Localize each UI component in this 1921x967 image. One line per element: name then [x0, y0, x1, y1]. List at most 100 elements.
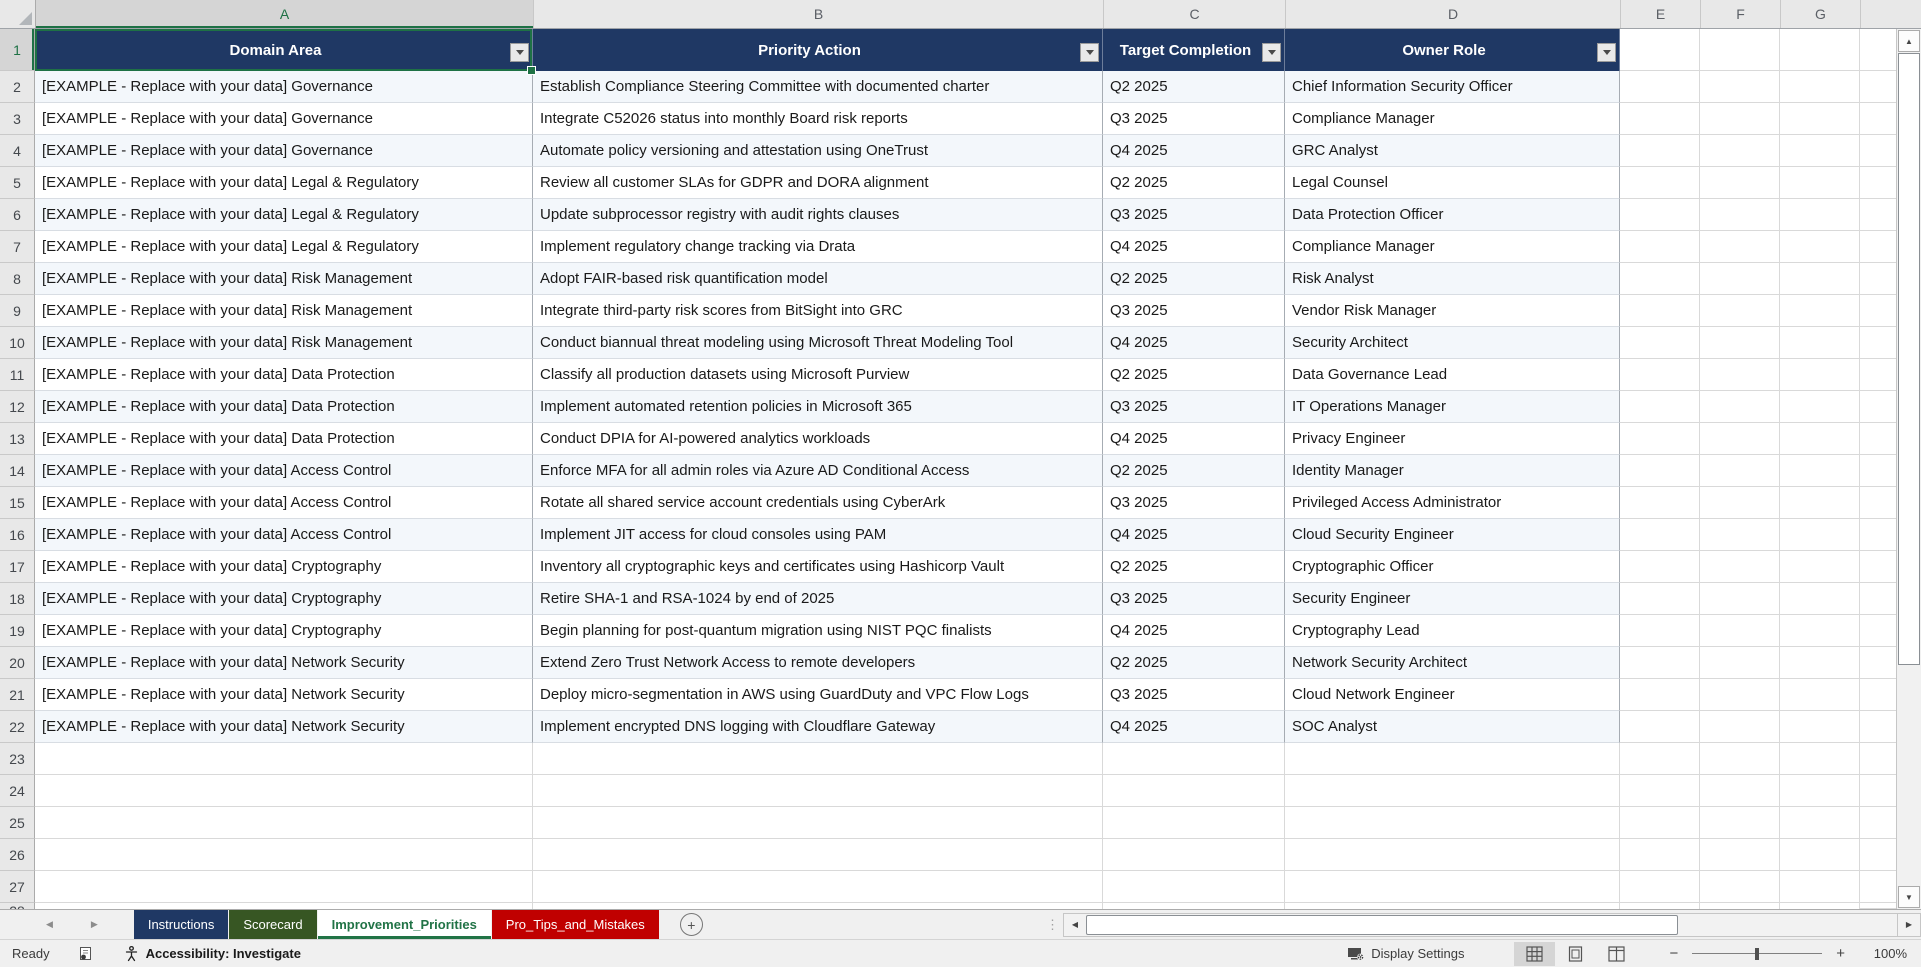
- cell-F19[interactable]: [1700, 615, 1780, 647]
- cell-D3[interactable]: Compliance Manager: [1285, 103, 1620, 135]
- cell-C6[interactable]: Q3 2025: [1103, 199, 1285, 231]
- cell-F12[interactable]: [1700, 391, 1780, 423]
- column-header-C[interactable]: C: [1104, 0, 1286, 28]
- cell-D23[interactable]: [1285, 743, 1620, 775]
- sheet-tab-improvement-priorities[interactable]: Improvement_Priorities: [317, 910, 491, 939]
- cell-B2[interactable]: Establish Compliance Steering Committee …: [533, 71, 1103, 103]
- cell-D13[interactable]: Privacy Engineer: [1285, 423, 1620, 455]
- cell-D19[interactable]: Cryptography Lead: [1285, 615, 1620, 647]
- cell-A2[interactable]: [EXAMPLE - Replace with your data] Gover…: [35, 71, 533, 103]
- cell-D18[interactable]: Security Engineer: [1285, 583, 1620, 615]
- row-header-26[interactable]: 26: [0, 839, 35, 871]
- cell-G10[interactable]: [1780, 327, 1860, 359]
- cell-F24[interactable]: [1700, 775, 1780, 807]
- column-header-D[interactable]: D: [1286, 0, 1621, 28]
- cell-C27[interactable]: [1103, 871, 1285, 903]
- row-header-16[interactable]: 16: [0, 519, 35, 551]
- cell-B8[interactable]: Adopt FAIR-based risk quantification mod…: [533, 263, 1103, 295]
- cell-A13[interactable]: [EXAMPLE - Replace with your data] Data …: [35, 423, 533, 455]
- cell-C11[interactable]: Q2 2025: [1103, 359, 1285, 391]
- cell-G14[interactable]: [1780, 455, 1860, 487]
- row-header-20[interactable]: 20: [0, 647, 35, 679]
- tab-nav-right-icon[interactable]: ▶: [91, 919, 98, 930]
- cell-F26[interactable]: [1700, 839, 1780, 871]
- cell-D24[interactable]: [1285, 775, 1620, 807]
- cell-C15[interactable]: Q3 2025: [1103, 487, 1285, 519]
- cell-A3[interactable]: [EXAMPLE - Replace with your data] Gover…: [35, 103, 533, 135]
- table-header-cell-A1[interactable]: Domain Area: [35, 29, 536, 75]
- cell-B5[interactable]: Review all customer SLAs for GDPR and DO…: [533, 167, 1103, 199]
- cell-G22[interactable]: [1780, 711, 1860, 743]
- sheet-tab-instructions[interactable]: Instructions: [133, 910, 229, 939]
- row-header-25[interactable]: 25: [0, 807, 35, 839]
- cell-B12[interactable]: Implement automated retention policies i…: [533, 391, 1103, 423]
- cell-F9[interactable]: [1700, 295, 1780, 327]
- cell-G12[interactable]: [1780, 391, 1860, 423]
- cell-B13[interactable]: Conduct DPIA for AI-powered analytics wo…: [533, 423, 1103, 455]
- cell-B16[interactable]: Implement JIT access for cloud consoles …: [533, 519, 1103, 551]
- cell-A11[interactable]: [EXAMPLE - Replace with your data] Data …: [35, 359, 533, 391]
- cell-E25[interactable]: [1620, 807, 1700, 839]
- cell-G8[interactable]: [1780, 263, 1860, 295]
- cell-C26[interactable]: [1103, 839, 1285, 871]
- cell-G15[interactable]: [1780, 487, 1860, 519]
- vertical-scrollbar-thumb[interactable]: [1898, 53, 1920, 665]
- cell-C20[interactable]: Q2 2025: [1103, 647, 1285, 679]
- cell-G24[interactable]: [1780, 775, 1860, 807]
- cell-G9[interactable]: [1780, 295, 1860, 327]
- cell-D2[interactable]: Chief Information Security Officer: [1285, 71, 1620, 103]
- cell-D10[interactable]: Security Architect: [1285, 327, 1620, 359]
- cell-E3[interactable]: [1620, 103, 1700, 135]
- cell-A26[interactable]: [35, 839, 533, 871]
- row-header-27[interactable]: 27: [0, 871, 35, 903]
- cell-F16[interactable]: [1700, 519, 1780, 551]
- cell-A8[interactable]: [EXAMPLE - Replace with your data] Risk …: [35, 263, 533, 295]
- table-header-cell-B1[interactable]: Priority Action: [533, 29, 1103, 71]
- cell-B20[interactable]: Extend Zero Trust Network Access to remo…: [533, 647, 1103, 679]
- cell-B6[interactable]: Update subprocessor registry with audit …: [533, 199, 1103, 231]
- cell-F3[interactable]: [1700, 103, 1780, 135]
- cell-F7[interactable]: [1700, 231, 1780, 263]
- cell-C10[interactable]: Q4 2025: [1103, 327, 1285, 359]
- cell-E24[interactable]: [1620, 775, 1700, 807]
- cell-A10[interactable]: [EXAMPLE - Replace with your data] Risk …: [35, 327, 533, 359]
- cell-E20[interactable]: [1620, 647, 1700, 679]
- cell-G16[interactable]: [1780, 519, 1860, 551]
- row-header-9[interactable]: 9: [0, 295, 35, 327]
- cell-E14[interactable]: [1620, 455, 1700, 487]
- horizontal-scrollbar-track[interactable]: [1678, 914, 1897, 936]
- cell-D6[interactable]: Data Protection Officer: [1285, 199, 1620, 231]
- column-header-E[interactable]: E: [1621, 0, 1701, 28]
- selection-fill-handle[interactable]: [527, 66, 536, 75]
- cell-C5[interactable]: Q2 2025: [1103, 167, 1285, 199]
- cell-E26[interactable]: [1620, 839, 1700, 871]
- accessibility-status[interactable]: Accessibility: Investigate: [123, 945, 301, 962]
- cell-C4[interactable]: Q4 2025: [1103, 135, 1285, 167]
- cell-A28[interactable]: [35, 903, 533, 909]
- cell-A23[interactable]: [35, 743, 533, 775]
- cell-B18[interactable]: Retire SHA-1 and RSA-1024 by end of 2025: [533, 583, 1103, 615]
- column-header-B[interactable]: B: [534, 0, 1104, 28]
- cell-D14[interactable]: Identity Manager: [1285, 455, 1620, 487]
- scroll-left-button[interactable]: ◀: [1064, 914, 1086, 936]
- cell-G1[interactable]: [1780, 29, 1860, 71]
- cell-B14[interactable]: Enforce MFA for all admin roles via Azur…: [533, 455, 1103, 487]
- table-header-cell-C1[interactable]: Target Completion: [1103, 29, 1285, 71]
- cell-C19[interactable]: Q4 2025: [1103, 615, 1285, 647]
- cell-D25[interactable]: [1285, 807, 1620, 839]
- cell-G7[interactable]: [1780, 231, 1860, 263]
- zoom-slider[interactable]: [1692, 947, 1823, 960]
- cell-A15[interactable]: [EXAMPLE - Replace with your data] Acces…: [35, 487, 533, 519]
- cell-A18[interactable]: [EXAMPLE - Replace with your data] Crypt…: [35, 583, 533, 615]
- cell-E17[interactable]: [1620, 551, 1700, 583]
- cell-A9[interactable]: [EXAMPLE - Replace with your data] Risk …: [35, 295, 533, 327]
- cell-F17[interactable]: [1700, 551, 1780, 583]
- cell-F6[interactable]: [1700, 199, 1780, 231]
- row-header-1[interactable]: 1: [0, 29, 35, 71]
- cell-B25[interactable]: [533, 807, 1103, 839]
- cell-C22[interactable]: Q4 2025: [1103, 711, 1285, 743]
- row-header-21[interactable]: 21: [0, 679, 35, 711]
- cell-A16[interactable]: [EXAMPLE - Replace with your data] Acces…: [35, 519, 533, 551]
- filter-dropdown-button[interactable]: [510, 43, 529, 62]
- vertical-scrollbar[interactable]: ▲ ▼: [1896, 29, 1921, 909]
